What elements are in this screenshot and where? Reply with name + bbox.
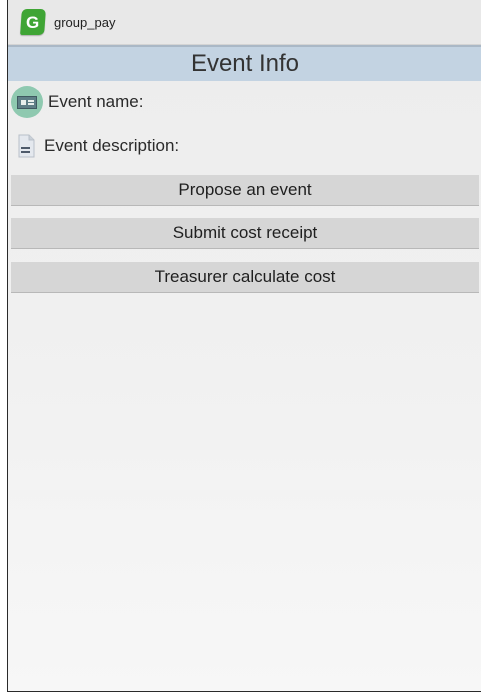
event-description-label: Event description: xyxy=(44,136,180,155)
app-screen: G group_pay Event Info Event name: Event… xyxy=(7,0,481,692)
event-description-row[interactable]: Event description: xyxy=(8,131,481,161)
propose-event-button[interactable]: Propose an event xyxy=(11,175,479,206)
event-name-row[interactable]: Event name: xyxy=(8,86,481,118)
event-name-label: Event name: xyxy=(48,92,144,111)
app-logo-icon: G xyxy=(20,9,46,35)
page-title: Event Info xyxy=(190,50,300,77)
document-icon xyxy=(18,134,35,158)
app-title: group_pay xyxy=(54,14,116,30)
action-bar: G group_pay xyxy=(8,0,481,45)
treasurer-calculate-cost-button[interactable]: Treasurer calculate cost xyxy=(11,262,479,293)
id-card-icon xyxy=(11,86,43,118)
app-logo-letter: G xyxy=(26,12,40,32)
page-header: Event Info xyxy=(8,45,481,81)
submit-cost-receipt-button[interactable]: Submit cost receipt xyxy=(11,218,479,249)
